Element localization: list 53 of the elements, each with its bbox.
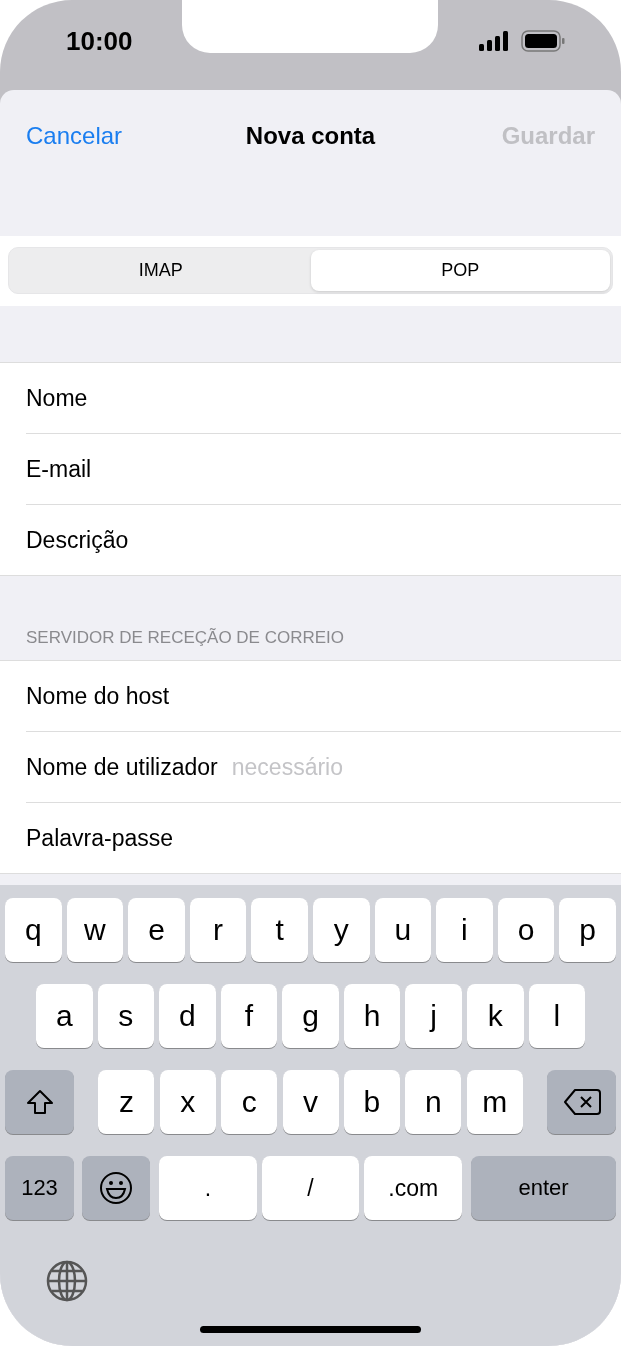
letter-key[interactable]: z xyxy=(98,1070,155,1134)
backspace-icon xyxy=(562,1088,601,1116)
field-label: Descrição xyxy=(26,526,129,554)
field-label: E-mail xyxy=(26,455,92,483)
letter-key[interactable]: b xyxy=(343,1070,400,1134)
letter-key[interactable]: t xyxy=(251,898,308,962)
letter-key[interactable]: e xyxy=(128,898,185,962)
letter-key[interactable]: l xyxy=(528,984,586,1048)
battery-icon xyxy=(521,30,565,52)
signal-icon xyxy=(479,31,511,51)
field-label: Palavra-passe xyxy=(26,824,174,852)
letter-key[interactable]: k xyxy=(466,984,524,1048)
segment-tab[interactable]: POP xyxy=(310,250,610,291)
symbol-key[interactable]: . xyxy=(159,1156,257,1220)
letter-key[interactable]: o xyxy=(497,898,555,962)
emoji-key[interactable] xyxy=(82,1156,150,1220)
shift-key[interactable] xyxy=(5,1070,74,1134)
letter-key[interactable]: d xyxy=(159,984,216,1048)
letter-key[interactable]: y xyxy=(312,898,370,962)
letter-key[interactable]: j xyxy=(405,984,462,1048)
field-label: Nome de utilizador xyxy=(26,753,218,781)
screen-title: Nova conta xyxy=(245,122,376,150)
numbers-key[interactable]: 123 xyxy=(5,1156,74,1220)
globe-icon[interactable] xyxy=(45,1259,89,1303)
status-time: 10:00 xyxy=(66,26,133,57)
section-header: SERVIDOR DE RECEÇÃO DE CORREIO xyxy=(26,628,345,647)
letter-key[interactable]: h xyxy=(343,984,401,1048)
letter-key[interactable]: v xyxy=(282,1070,339,1134)
symbol-key[interactable]: / xyxy=(261,1156,360,1220)
letter-key[interactable]: i xyxy=(436,898,493,962)
field-label: Nome do host xyxy=(26,682,170,710)
letter-key[interactable]: x xyxy=(159,1070,216,1134)
letter-key[interactable]: p xyxy=(559,898,616,962)
letter-key[interactable]: c xyxy=(221,1070,278,1134)
letter-key[interactable]: n xyxy=(405,1070,462,1134)
cancel-button[interactable]: Cancelar xyxy=(26,122,123,150)
letter-key[interactable]: f xyxy=(220,984,278,1048)
shift-arrow-icon xyxy=(25,1089,54,1115)
symbol-key[interactable]: .com xyxy=(364,1156,462,1220)
letter-key[interactable]: w xyxy=(66,898,124,962)
letter-key[interactable]: a xyxy=(36,984,93,1048)
letter-key[interactable]: q xyxy=(5,898,62,962)
smiley-icon xyxy=(99,1171,133,1205)
field-label: Nome xyxy=(26,384,88,412)
segment-tab[interactable]: IMAP xyxy=(11,250,311,291)
backspace-key[interactable] xyxy=(547,1070,616,1134)
input-field[interactable]: necessário xyxy=(231,753,621,781)
letter-key[interactable]: s xyxy=(97,984,155,1048)
letter-key[interactable]: r xyxy=(189,898,247,962)
letter-key[interactable]: g xyxy=(282,984,339,1048)
enter-key[interactable]: enter xyxy=(471,1156,616,1220)
letter-key[interactable]: u xyxy=(374,898,432,962)
letter-key[interactable]: m xyxy=(466,1070,523,1134)
